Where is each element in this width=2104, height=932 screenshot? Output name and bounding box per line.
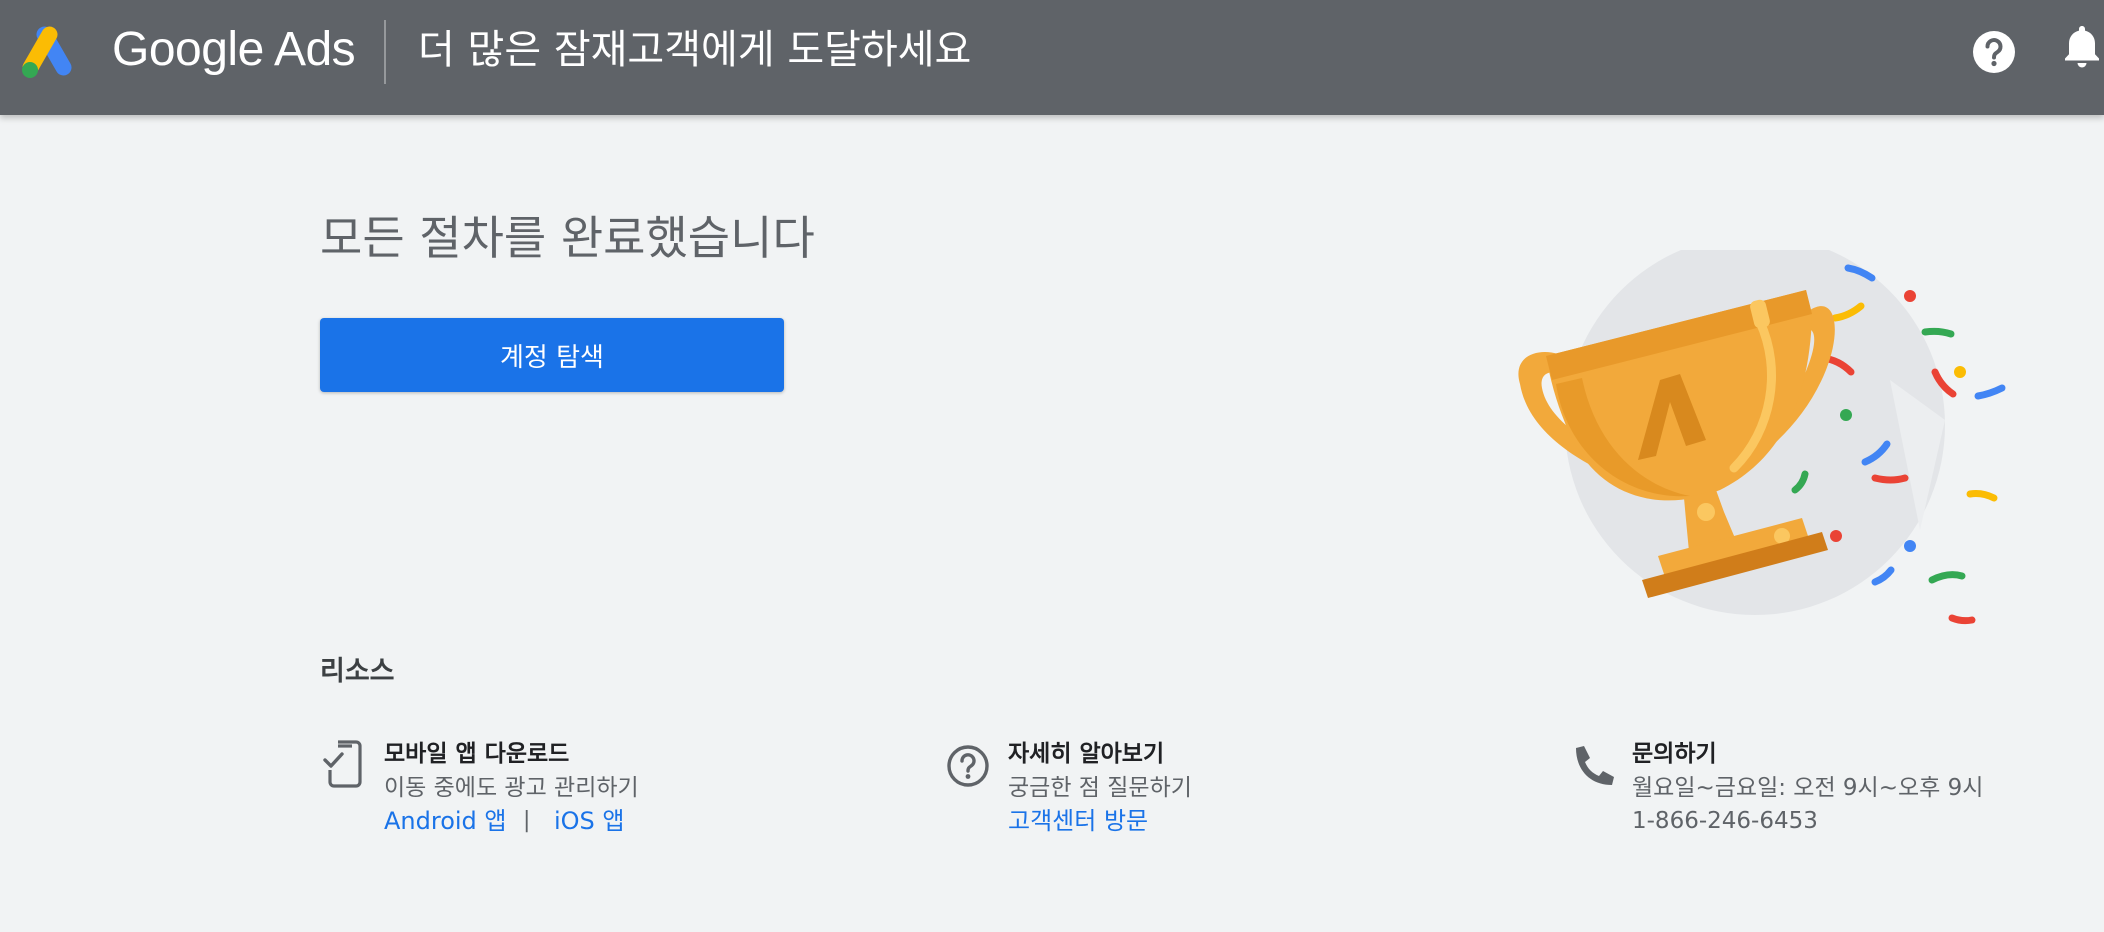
link-separator: | xyxy=(523,808,531,833)
help-circle-icon xyxy=(947,745,989,787)
help-center-link[interactable]: 고객센터 방문 xyxy=(1008,805,1148,837)
phone-icon xyxy=(1576,746,1614,785)
help-icon[interactable] xyxy=(1972,30,2016,74)
header-title: 더 많은 잠재고객에게 도달하세요 xyxy=(418,27,972,73)
brand-name: Google Ads xyxy=(112,23,356,76)
resources-section-title: 리소스 xyxy=(320,656,395,687)
learn-more-description: 궁금한 점 질문하기 xyxy=(1008,775,1192,801)
top-app-bar: Google Ads 더 많은 잠재고객에게 도달하세요 xyxy=(0,0,2104,115)
mobile-app-description: 이동 중에도 광고 관리하기 xyxy=(384,775,639,801)
mobile-app-heading: 모바일 앱 다운로드 xyxy=(384,741,570,767)
explore-account-button[interactable]: 계정 탐색 xyxy=(320,318,784,392)
trophy-illustration xyxy=(1518,250,2006,625)
android-app-link[interactable]: Android 앱 xyxy=(384,805,507,837)
ios-app-link[interactable]: iOS 앱 xyxy=(554,805,625,837)
contact-heading: 문의하기 xyxy=(1632,741,1717,767)
contact-phone-number: 1-866-246-6453 xyxy=(1632,808,1818,834)
header-divider xyxy=(384,20,386,84)
google-ads-logo-icon[interactable] xyxy=(20,20,86,78)
page-title: 모든 절차를 완료했습니다 xyxy=(320,211,815,265)
learn-more-heading: 자세히 알아보기 xyxy=(1008,741,1165,767)
contact-hours: 월요일~금요일: 오전 9시~오후 9시 xyxy=(1632,775,1984,801)
notification-bell-icon[interactable] xyxy=(2060,22,2104,70)
mobile-app-icon xyxy=(323,740,362,788)
